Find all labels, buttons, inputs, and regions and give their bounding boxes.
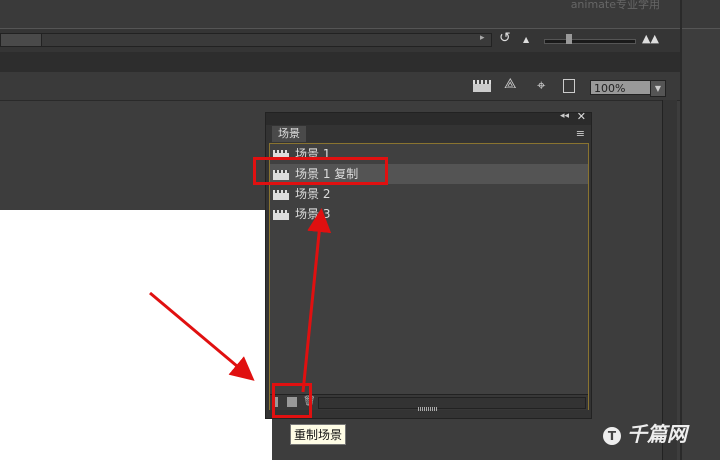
- arrow-to-scene: [301, 208, 332, 393]
- arrow-to-button: [149, 291, 255, 381]
- logo-text: 千篇网: [627, 422, 687, 446]
- annotation-arrows: [149, 208, 332, 393]
- logo: T 千篇网: [603, 418, 687, 447]
- logo-icon: T: [603, 426, 621, 445]
